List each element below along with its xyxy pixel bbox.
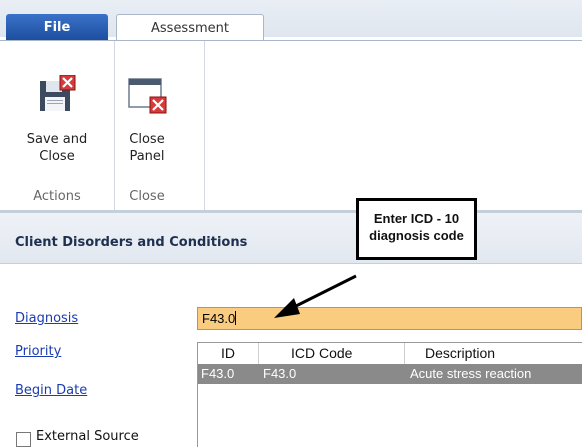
save-and-close-label-1: Save and [26, 132, 88, 147]
diagnosis-input[interactable]: F43.0 [197, 307, 582, 330]
panel-title: Client Disorders and Conditions [15, 235, 248, 250]
save-icon [40, 75, 76, 111]
table-row[interactable]: F43.0 F43.0 Acute stress reaction [198, 364, 582, 384]
column-divider [404, 343, 405, 364]
group-label-close: Close [129, 189, 165, 204]
callout-line-2: diagnosis code [369, 228, 464, 243]
cell-id: F43.0 [201, 366, 235, 381]
column-header-icd-code[interactable]: ICD Code [291, 343, 352, 363]
callout-line-1: Enter ICD - 10 [373, 211, 460, 226]
close-panel-button[interactable]: Close Panel [114, 41, 204, 187]
diagnosis-input-value: F43.0 [202, 311, 236, 326]
save-and-close-button[interactable]: Save and Close [0, 41, 114, 187]
annotation-callout: Enter ICD - 10 diagnosis code [356, 198, 477, 260]
cell-icd-code: F43.0 [263, 366, 297, 381]
close-panel-icon [128, 78, 167, 114]
annotation-arrow-icon [274, 274, 357, 318]
panel-header: Client Disorders and Conditions [0, 213, 582, 264]
begin-date-link[interactable]: Begin Date [15, 383, 87, 398]
column-header-description[interactable]: Description [425, 343, 495, 363]
external-source-label: External Source [36, 429, 139, 444]
file-tab[interactable]: File [6, 14, 108, 40]
external-source-checkbox[interactable] [16, 432, 31, 447]
column-header-id[interactable]: ID [221, 343, 235, 363]
diagnosis-results-grid[interactable]: ID ICD Code Description F43.0 F43.0 Acut… [197, 342, 582, 447]
text-caret [235, 311, 237, 325]
assessment-tab[interactable]: Assessment [116, 14, 264, 41]
diagnosis-link[interactable]: Diagnosis [15, 311, 78, 326]
grid-header: ID ICD Code Description [198, 343, 582, 365]
ribbon-group-actions: Save and Close Actions [0, 41, 115, 211]
ribbon: Save and Close Actions Close Panel Close [0, 40, 582, 211]
close-panel-label-2: Panel [129, 149, 165, 164]
save-and-close-label-2: Close [39, 149, 75, 164]
column-divider [258, 343, 259, 364]
group-label-actions: Actions [33, 189, 81, 204]
priority-link[interactable]: Priority [15, 344, 61, 359]
ribbon-tab-bar: File Assessment [0, 0, 582, 41]
cell-description: Acute stress reaction [410, 366, 532, 381]
ribbon-group-close: Close Panel Close [114, 41, 205, 211]
close-panel-label-1: Close [129, 132, 165, 147]
